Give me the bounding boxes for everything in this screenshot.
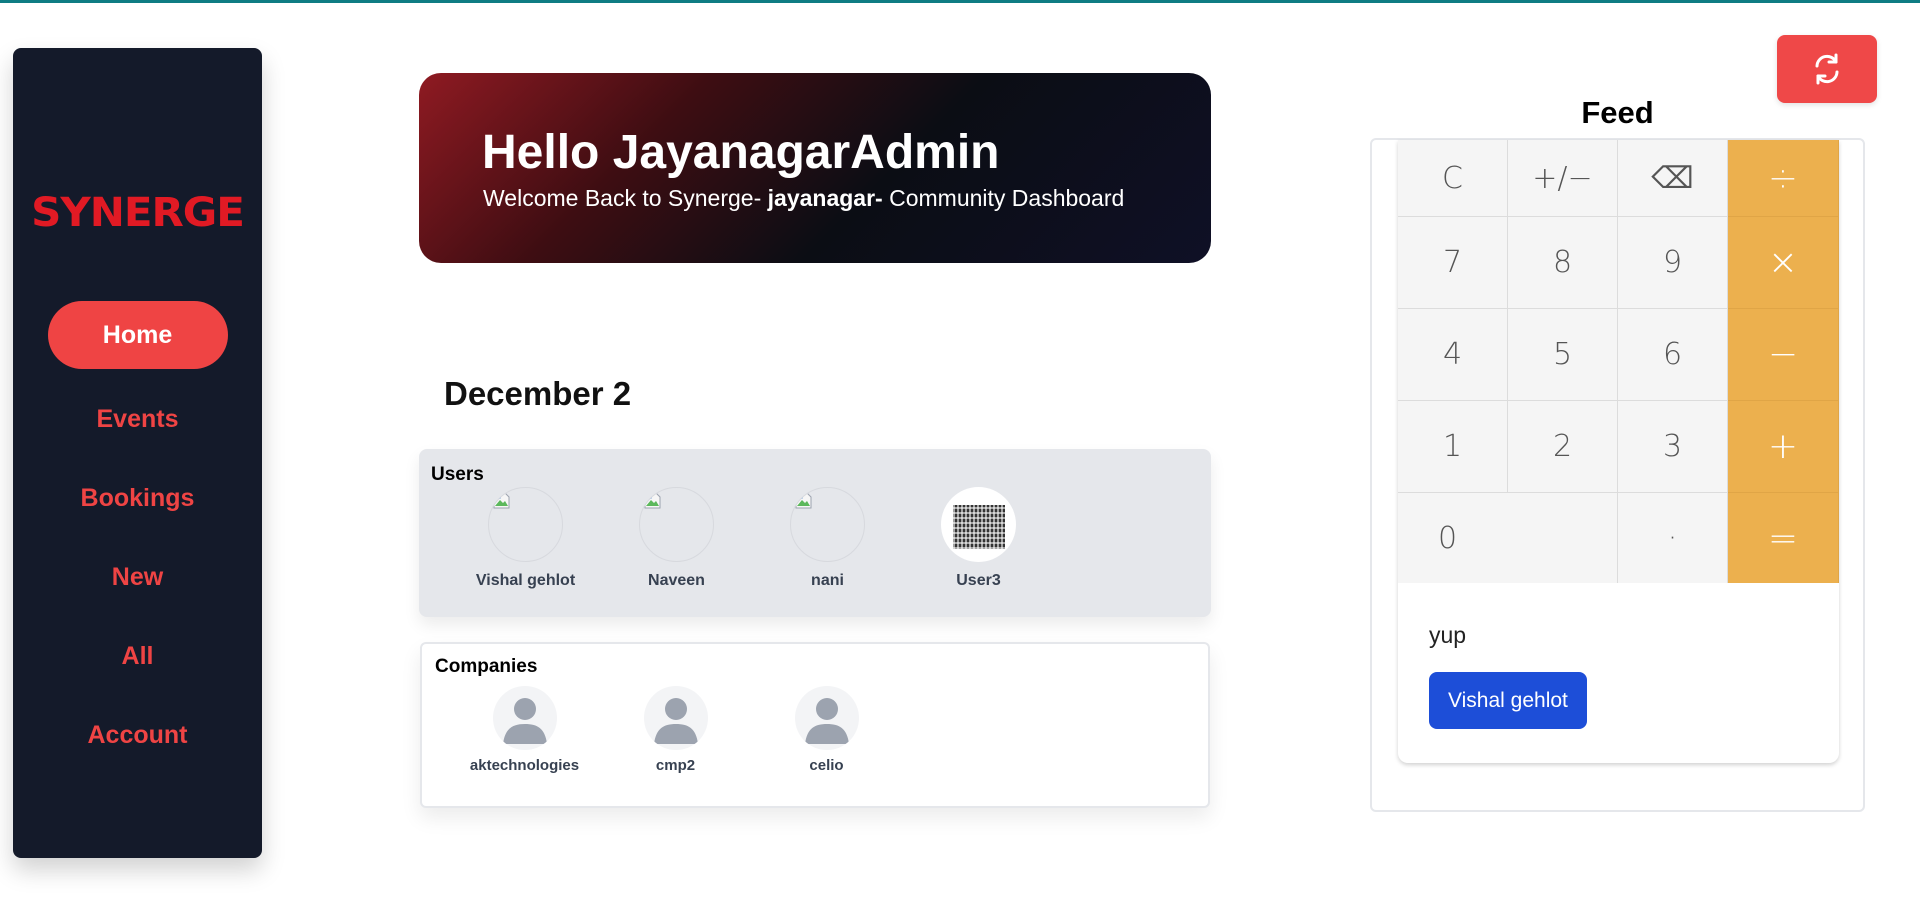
companies-title: Companies (435, 656, 538, 677)
company-item[interactable]: cmp2 (600, 686, 751, 774)
person-silhouette (653, 698, 698, 744)
qr-code-image (953, 505, 1005, 549)
sidebar-item-events[interactable]: Events (13, 380, 262, 459)
broken-image-glyph (493, 492, 510, 509)
person-silhouette (804, 698, 849, 744)
post-text: yup (1429, 622, 1467, 648)
calculator-image: C +/− ⌫ ÷ 7 8 9 × 4 5 6 − 1 2 3 + 0 · = (1398, 140, 1839, 583)
calc-key-8: 8 (1508, 217, 1618, 309)
date-heading: December 2 (444, 375, 632, 412)
welcome-banner: Hello JayanagarAdmin Welcome Back to Syn… (419, 73, 1211, 263)
users-list: Vishal gehlot Naveen nani User3 (450, 487, 1054, 590)
broken-image-icon (790, 487, 865, 562)
welcome-subtitle-suffix: Community Dashboard (882, 185, 1125, 211)
community-name: jayanagar- (767, 185, 883, 211)
calc-key-4: 4 (1398, 309, 1508, 401)
sidebar-item-new[interactable]: New (13, 538, 262, 617)
companies-card: Companies aktechnologies cmp2 celio (420, 642, 1210, 808)
users-card: Users Vishal gehlot Naveen nani User3 (419, 449, 1211, 617)
refresh-button[interactable] (1777, 35, 1877, 103)
sidebar: SYNERGE Home Events Bookings New All Acc… (13, 48, 262, 858)
user-placeholder-icon (643, 686, 708, 750)
sidebar-item-home[interactable]: Home (47, 301, 228, 369)
broken-image-glyph (795, 492, 812, 509)
company-name: cmp2 (655, 757, 696, 774)
sidebar-item-bookings[interactable]: Bookings (13, 459, 262, 538)
calc-key-plus-minus: +/− (1508, 140, 1618, 217)
calc-key-clear: C (1398, 140, 1508, 217)
welcome-title: Hello JayanagarAdmin (482, 126, 1000, 179)
user-item[interactable]: nani (752, 487, 903, 590)
top-accent-line (0, 0, 1920, 3)
sidebar-nav: Home Events Bookings New All Account (13, 301, 262, 775)
user-name: User3 (956, 572, 1001, 589)
feed-title: Feed (1581, 95, 1654, 130)
calc-key-minus: − (1728, 309, 1839, 401)
synerge-logo[interactable]: SYNERGE (7, 190, 268, 236)
welcome-subtitle-prefix: Welcome Back to Synerge- (483, 185, 768, 211)
calc-key-6: 6 (1618, 309, 1728, 401)
calc-key-7: 7 (1398, 217, 1508, 309)
calc-key-plus: + (1728, 401, 1839, 493)
calc-key-9: 9 (1618, 217, 1728, 309)
calc-key-decimal: · (1618, 493, 1728, 583)
calc-key-1: 1 (1398, 401, 1508, 493)
calc-key-equals: = (1728, 493, 1839, 583)
person-silhouette (502, 698, 547, 744)
company-item[interactable]: celio (751, 686, 902, 774)
company-name: celio (809, 757, 844, 774)
company-item[interactable]: aktechnologies (449, 686, 600, 774)
calc-key-divide: ÷ (1728, 140, 1839, 217)
calc-key-3: 3 (1618, 401, 1728, 493)
user-placeholder-icon (492, 686, 557, 750)
qr-code-avatar (941, 487, 1016, 562)
broken-image-icon (639, 487, 714, 562)
calc-key-multiply: × (1728, 217, 1839, 309)
sidebar-item-all[interactable]: All (13, 617, 262, 696)
user-name: Naveen (648, 572, 705, 589)
user-name: Vishal gehlot (475, 572, 576, 589)
refresh-icon (1815, 53, 1839, 85)
calc-key-0: 0 (1398, 493, 1618, 583)
calc-key-5: 5 (1508, 309, 1618, 401)
feed-post: C +/− ⌫ ÷ 7 8 9 × 4 5 6 − 1 2 3 + 0 · = … (1398, 140, 1839, 763)
broken-image-icon (488, 487, 563, 562)
company-name: aktechnologies (469, 757, 580, 774)
feed-panel: C +/− ⌫ ÷ 7 8 9 × 4 5 6 − 1 2 3 + 0 · = … (1370, 138, 1865, 812)
user-item[interactable]: User3 (903, 487, 1054, 590)
user-name: nani (811, 572, 844, 589)
backspace-icon: ⌫ (1618, 140, 1728, 217)
user-item[interactable]: Vishal gehlot (450, 487, 601, 590)
users-title: Users (431, 464, 484, 485)
broken-image-glyph (644, 492, 661, 509)
post-author-button[interactable]: Vishal gehlot (1429, 672, 1587, 729)
sidebar-item-account[interactable]: Account (13, 696, 262, 775)
user-item[interactable]: Naveen (601, 487, 752, 590)
welcome-subtitle: Welcome Back to Synerge- jayanagar- Comm… (483, 185, 1124, 212)
companies-list: aktechnologies cmp2 celio (449, 686, 902, 774)
user-placeholder-icon (794, 686, 859, 750)
calc-key-2: 2 (1508, 401, 1618, 493)
